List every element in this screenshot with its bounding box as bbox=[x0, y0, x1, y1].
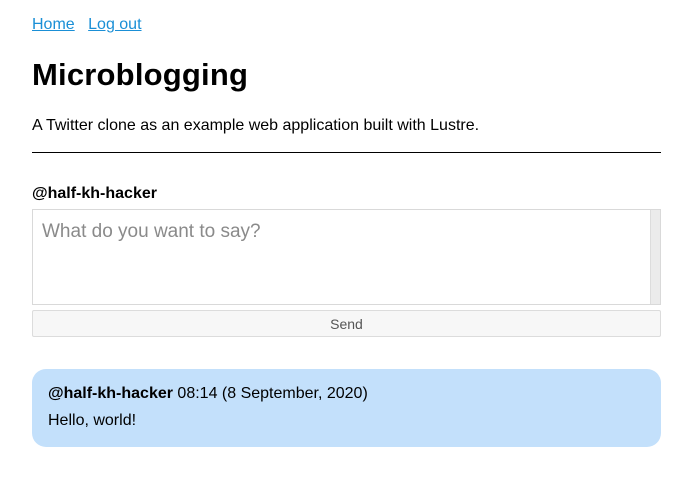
textarea-scrollbar[interactable] bbox=[650, 210, 660, 304]
page-tagline: A Twitter clone as an example web applic… bbox=[32, 117, 480, 134]
post-author[interactable]: @half-kh-hacker bbox=[48, 385, 173, 402]
composer-box bbox=[32, 209, 661, 305]
logout-link[interactable]: Log out bbox=[88, 16, 141, 33]
post-card: @half-kh-hacker 08:14 (8 September, 2020… bbox=[32, 369, 661, 447]
composer-handle: @half-kh-hacker bbox=[32, 185, 157, 202]
post-meta: @half-kh-hacker 08:14 (8 September, 2020… bbox=[48, 384, 645, 404]
page-title: Microblogging bbox=[32, 57, 249, 92]
post-body: Hello, world! bbox=[48, 412, 137, 429]
top-nav: Home Log out bbox=[32, 15, 151, 35]
post-timestamp: 08:14 (8 September, 2020) bbox=[177, 385, 368, 402]
post-feed: @half-kh-hacker 08:14 (8 September, 2020… bbox=[32, 369, 661, 447]
header-divider bbox=[32, 152, 661, 153]
post-text-input[interactable] bbox=[33, 210, 650, 304]
home-link[interactable]: Home bbox=[32, 16, 75, 33]
send-button[interactable]: Send bbox=[32, 310, 661, 337]
